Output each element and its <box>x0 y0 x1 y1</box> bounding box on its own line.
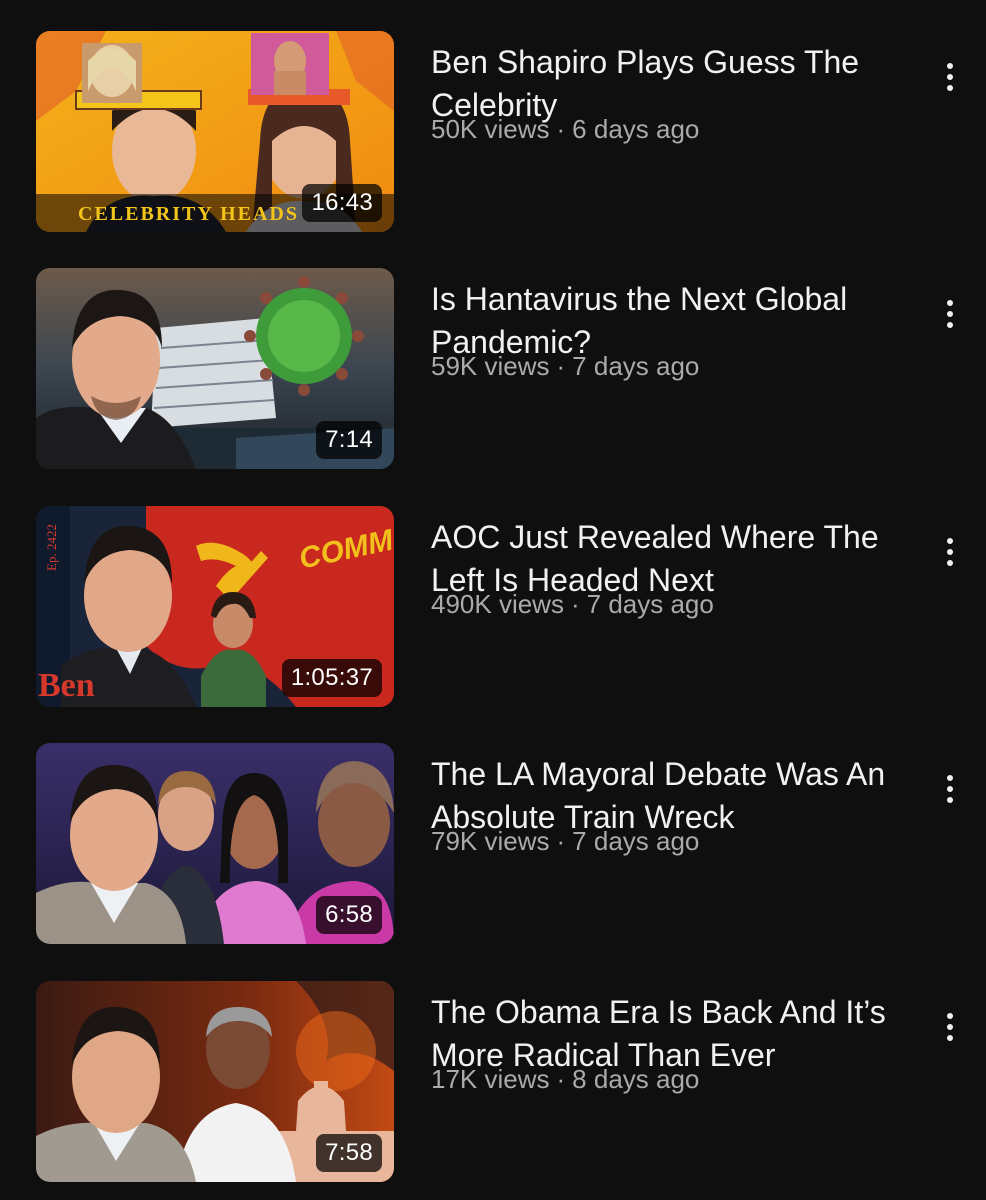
more-vert-icon[interactable] <box>934 53 966 101</box>
duration-badge: 7:14 <box>316 421 382 459</box>
meta-separator: · <box>570 589 580 619</box>
video-row: CELEBRITY HEADS 16:43 Ben Shapiro Plays … <box>0 31 986 235</box>
video-meta: 17K views · 8 days ago <box>431 1063 699 1095</box>
video-row: 7:58 The Obama Era Is Back And It’s More… <box>0 981 986 1185</box>
meta-separator: · <box>556 351 566 381</box>
thumbnail-episode-text: Ep. 2422 <box>44 524 59 571</box>
video-thumbnail[interactable]: CELEBRITY HEADS 16:43 <box>36 31 394 232</box>
more-vert-icon[interactable] <box>934 290 966 338</box>
meta-separator: · <box>556 114 566 144</box>
video-thumbnail[interactable]: COMMIES UNITE! Ben Ep. 2422 1:05:37 <box>36 506 394 707</box>
video-list: CELEBRITY HEADS 16:43 Ben Shapiro Plays … <box>0 0 986 1200</box>
video-meta: 50K views · 6 days ago <box>431 113 699 145</box>
video-thumbnail[interactable]: 7:14 <box>36 268 394 469</box>
video-meta: 490K views · 7 days ago <box>431 588 714 620</box>
duration-badge: 6:58 <box>316 896 382 934</box>
upload-age: 7 days ago <box>586 589 714 619</box>
view-count: 59K views <box>431 351 550 381</box>
upload-age: 6 days ago <box>572 114 700 144</box>
meta-separator: · <box>556 826 566 856</box>
video-thumbnail[interactable]: 6:58 <box>36 743 394 944</box>
video-meta: 79K views · 7 days ago <box>431 825 699 857</box>
more-vert-icon[interactable] <box>934 765 966 813</box>
more-vert-icon[interactable] <box>934 1003 966 1051</box>
duration-badge: 16:43 <box>302 184 382 222</box>
view-count: 490K views <box>431 589 564 619</box>
thumbnail-caption: CELEBRITY HEADS <box>78 203 299 225</box>
view-count: 79K views <box>431 826 550 856</box>
video-row: COMMIES UNITE! Ben Ep. 2422 1:05:37 AOC … <box>0 506 986 710</box>
thumbnail-brand-text: Ben <box>38 667 95 704</box>
upload-age: 7 days ago <box>572 351 700 381</box>
duration-badge: 1:05:37 <box>281 659 382 697</box>
view-count: 17K views <box>431 1064 550 1094</box>
upload-age: 7 days ago <box>572 826 700 856</box>
upload-age: 8 days ago <box>572 1064 700 1094</box>
meta-separator: · <box>556 1064 566 1094</box>
more-vert-icon[interactable] <box>934 528 966 576</box>
view-count: 50K views <box>431 114 550 144</box>
duration-badge: 7:58 <box>316 1134 382 1172</box>
video-thumbnail[interactable]: 7:58 <box>36 981 394 1182</box>
video-meta: 59K views · 7 days ago <box>431 350 699 382</box>
video-row: 6:58 The LA Mayoral Debate Was An Absolu… <box>0 743 986 947</box>
video-row: 7:14 Is Hantavirus the Next Global Pande… <box>0 268 986 472</box>
